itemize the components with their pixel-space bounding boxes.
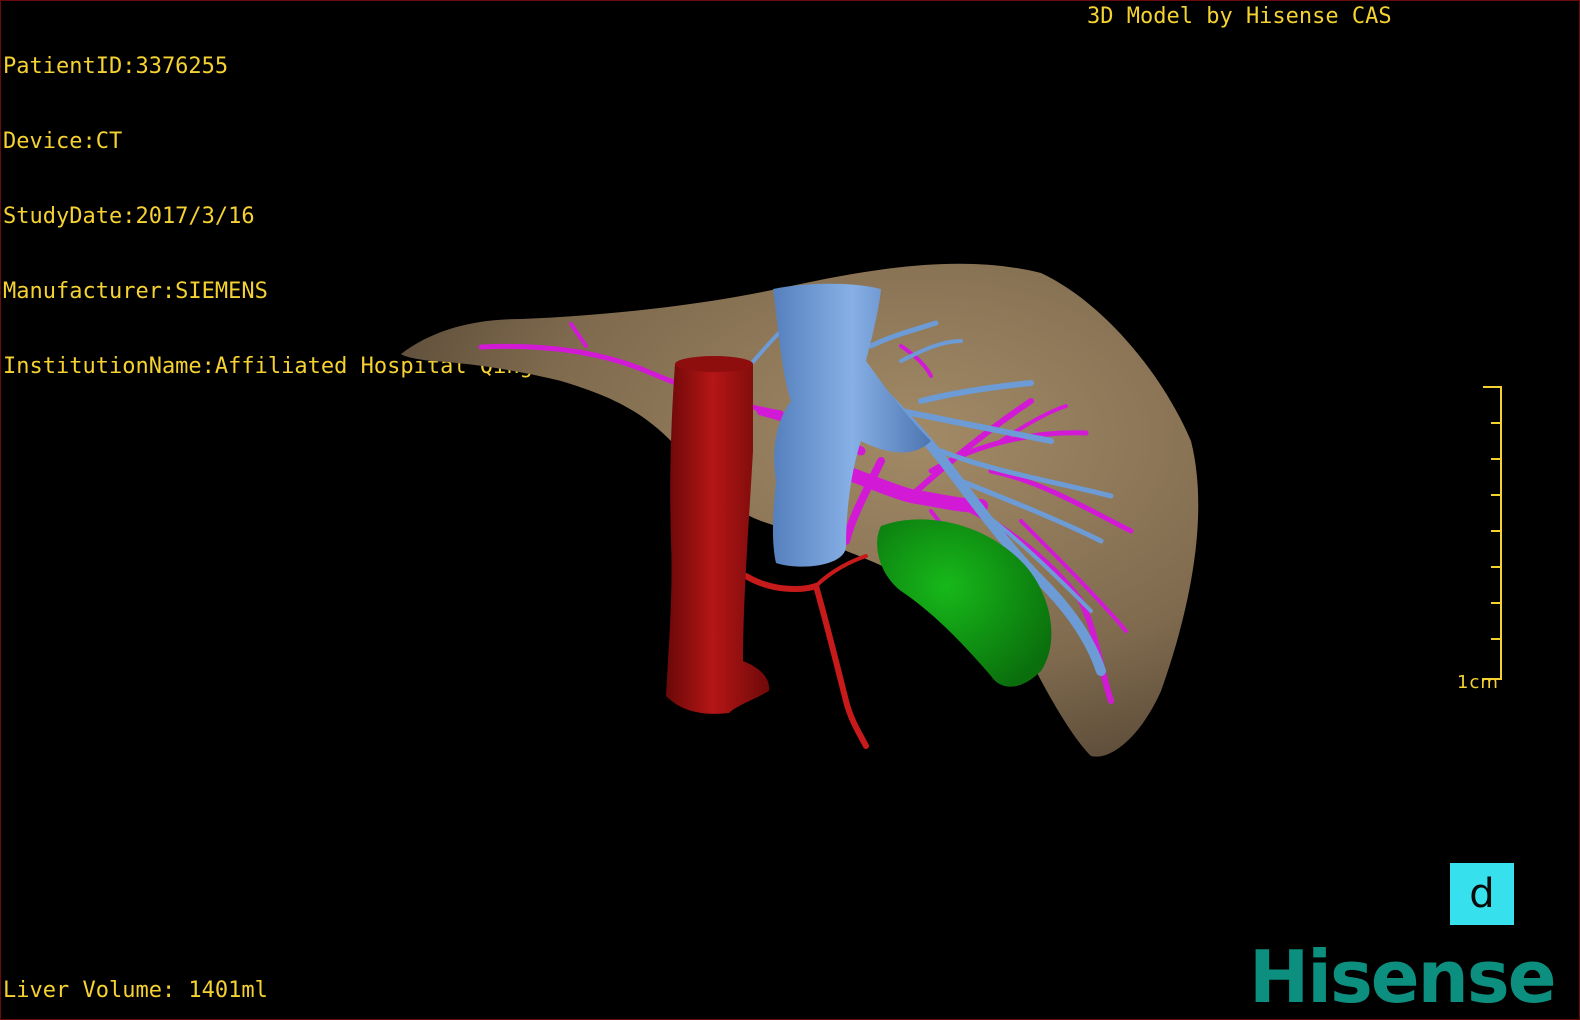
ivc-top xyxy=(675,356,753,372)
scale-bar xyxy=(1483,386,1502,680)
liver-volume-text: Liver Volume: 1401ml xyxy=(3,978,268,1003)
hepatic-artery xyxy=(743,554,869,749)
hisense-logo: Hisense xyxy=(1249,935,1557,1019)
3d-viewport[interactable]: PatientID:3376255 Device:CT StudyDate:20… xyxy=(0,0,1580,1020)
liver-3d-model[interactable] xyxy=(1,1,1579,1019)
view-mode-button[interactable]: d xyxy=(1450,863,1514,925)
scale-label: 1cm xyxy=(1457,672,1499,693)
